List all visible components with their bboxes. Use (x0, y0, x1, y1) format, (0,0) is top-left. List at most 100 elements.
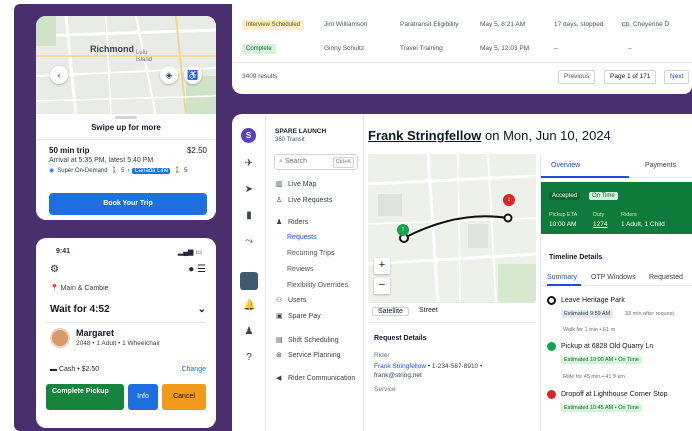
chart-icon[interactable]: ▮ (243, 210, 255, 221)
org-name: SPARE LAUNCH (275, 128, 327, 135)
route-icon[interactable]: ⤳ (243, 236, 255, 247)
tab-street[interactable]: Street (414, 307, 443, 314)
sidebar-item-requests[interactable]: Requests (287, 234, 317, 241)
cash-icon: ▬ (50, 366, 57, 373)
info-button[interactable]: Info (128, 384, 158, 410)
person-icon[interactable]: ♟ (243, 326, 255, 337)
ride-note: Ride for 45 min • 41.9 km (563, 374, 625, 380)
service-2: Canada Line (132, 167, 171, 174)
sidebar-item-riders[interactable]: ♟ Riders (276, 218, 308, 226)
next-button[interactable]: Next (664, 70, 690, 84)
change-link[interactable]: Change (181, 366, 206, 373)
tab-otp-windows[interactable]: OTP Windows (591, 274, 636, 281)
sidebar-item-live-map[interactable]: ▥ Live Map (276, 180, 316, 188)
results-count: 3409 results (242, 73, 278, 80)
table-row[interactable]: Complete Ginny Schultz Travel Training M… (242, 40, 692, 56)
rider-name: Margaret (76, 328, 115, 338)
back-icon[interactable]: ‹ (50, 66, 68, 84)
search-input[interactable]: ⌕ Search Ctrl+K (274, 154, 358, 170)
request-details-heading: Request Details (374, 335, 427, 342)
sidebar-item-label: Requests (287, 234, 317, 241)
org-sub: 360 Transit (275, 137, 305, 143)
zoom-out-button[interactable]: − (374, 278, 390, 294)
row-name: Jim Williamson (324, 20, 368, 28)
accessibility-icon[interactable]: ♿ (184, 66, 202, 84)
divider (46, 322, 206, 323)
rider-info: Margaret 2048 • 1 Adult • 1 Wheelchair (50, 328, 160, 348)
driver-app-card: 9:41 ▂▄▆ ▭ ⚙ ● ☰ 📍 Main & Cambie Wait fo… (36, 238, 216, 428)
chevron-down-icon[interactable]: ⌄ (198, 304, 206, 315)
trip-map[interactable]: Richmond Lulu Island ‹ ◈ ♿ (36, 16, 216, 116)
sidebar-item-label: Users (288, 297, 307, 304)
wait-text: Wait for 4:52 (50, 304, 110, 315)
bell-icon[interactable]: 🔔 (243, 300, 255, 311)
page-title: Frank Stringfellow on Mon, Jun 10, 2024 (368, 128, 611, 143)
sidebar-item-label: Flexibility Overrides (287, 282, 349, 289)
duty-label: Duty (593, 212, 605, 218)
table-row[interactable]: Interview Scheduled Jim Williamson Parat… (242, 16, 692, 32)
tab-requested[interactable]: Requested (649, 274, 683, 281)
cancel-button[interactable]: Cancel (162, 384, 206, 410)
sidebar-item-recurring-trips[interactable]: Recurring Trips (287, 250, 334, 257)
overview-tabs: Overview Payments (541, 154, 692, 178)
sidebar-item-shift-scheduling[interactable]: ▤ Shift Scheduling (276, 336, 339, 344)
dropoff-pin-icon: ↓ (503, 194, 515, 206)
trip-duration: 50 min trip (49, 146, 90, 155)
event-chip: Estimated 10:00 AM • On Time (561, 356, 642, 364)
row-age: – (554, 44, 558, 52)
list-icon[interactable]: ☰ (197, 264, 206, 275)
map-icon: ▥ (276, 181, 283, 188)
assignee-icon: CD (620, 21, 632, 28)
trip-status-card: Accepted On Time Pickup ETA 10:00 AM Dut… (541, 182, 692, 234)
trip-legs: ◉ Super On-Demand 🚶 5 › Canada Line 🚶 5 (49, 167, 188, 174)
timeline-event: Dropoff at Lighthouse Corner Stop (547, 390, 668, 399)
sidebar-item-users[interactable]: ⚇ Users (276, 296, 306, 304)
event-title: Dropoff at Lighthouse Corner Stop (561, 391, 668, 398)
help-icon[interactable]: ? (243, 352, 255, 363)
riders-value: 1 Adult, 1 Child (621, 221, 665, 228)
zoom-in-button[interactable]: + (374, 258, 390, 274)
chat-icon[interactable]: ● (188, 264, 194, 275)
complete-pickup-button[interactable]: Complete Pickup (46, 384, 124, 410)
settings-icon[interactable]: ⚙ (50, 264, 59, 275)
rider-link[interactable]: Frank Stringfellow (374, 363, 426, 370)
sidebar-item-reviews[interactable]: Reviews (287, 266, 313, 273)
tab-satellite[interactable]: Satellite (372, 307, 409, 316)
sidebar-item-service-planning[interactable]: ⊛ Service Planning (276, 351, 341, 359)
user-avatar[interactable] (240, 272, 258, 290)
book-trip-button[interactable]: Book Your Trip (49, 193, 207, 215)
route-map[interactable]: ↑ ↓ + − (368, 154, 536, 302)
swipe-handle[interactable]: Swipe up for more (36, 114, 216, 140)
event-chip: Estimated 10:45 AM • On Time (561, 404, 642, 412)
sidebar-item-spare-pay[interactable]: ▣ Spare Pay (276, 312, 321, 320)
start-icon (547, 296, 556, 305)
sidebar-item-flexibility-overrides[interactable]: Flexibility Overrides (287, 282, 348, 289)
sidebar-item-rider-communication[interactable]: ◀ Rider Communication (276, 374, 355, 382)
duty-value[interactable]: 1274 (593, 221, 607, 228)
event-note: 33 min after request (625, 311, 674, 317)
tab-overview[interactable]: Overview (551, 162, 580, 169)
service-label: Service (374, 386, 396, 393)
service-1-num: 5 (121, 167, 125, 174)
spare-logo[interactable]: S (241, 128, 256, 143)
rider-name-link[interactable]: Frank Stringfellow (368, 128, 481, 143)
on-time-badge: On Time (589, 192, 618, 200)
location-text: Main & Cambie (60, 285, 109, 292)
previous-button[interactable]: Previous (558, 70, 596, 84)
wait-timer[interactable]: Wait for 4:52 ⌄ (50, 304, 206, 315)
sidebar-item-label: Live Requests (288, 197, 333, 204)
sidebar-item-live-requests[interactable]: ♙ Live Requests (276, 196, 332, 204)
trip-details: 50 min trip $2.50 Arrival at 5:35 PM, la… (49, 146, 207, 174)
map-label-richmond: Richmond (90, 44, 134, 54)
event-chip: Estimated 9:59 AM (561, 310, 614, 318)
rocket-icon[interactable]: ✈ (243, 158, 255, 169)
locate-icon[interactable]: ◈ (160, 66, 178, 84)
tab-summary[interactable]: Summary (547, 274, 577, 281)
event-title: Pickup at 6828 Old Quarry Ln (561, 343, 654, 350)
tab-payments[interactable]: Payments (645, 162, 676, 169)
rider-icon: ♟ (276, 219, 283, 226)
row-assignee: Cheyenne D (633, 20, 670, 28)
status-badge: Complete (242, 43, 276, 54)
send-icon[interactable]: ➤ (243, 184, 255, 195)
walk-icon: 🚶 (110, 168, 119, 174)
